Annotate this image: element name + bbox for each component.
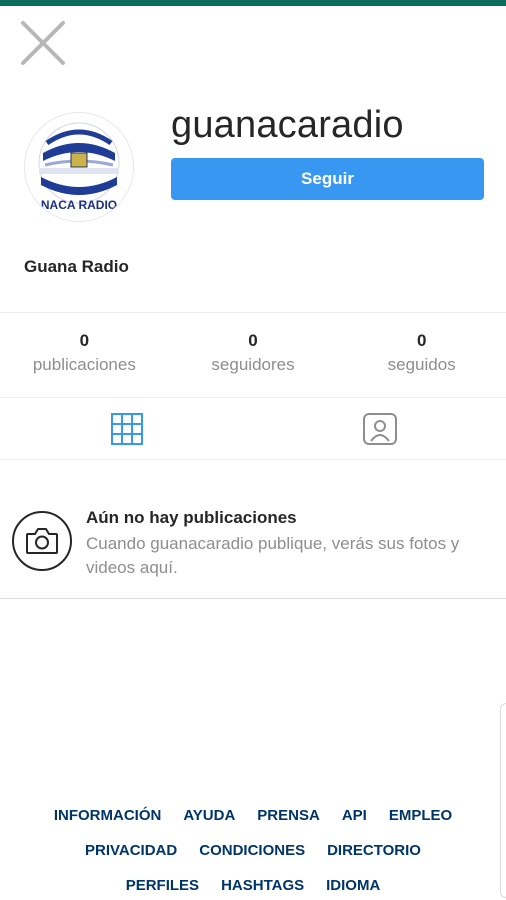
empty-state-title: Aún no hay publicaciones bbox=[86, 508, 297, 527]
tab-posts-grid[interactable] bbox=[0, 400, 253, 458]
close-button[interactable] bbox=[18, 18, 68, 68]
tab-tagged[interactable] bbox=[253, 400, 506, 458]
stat-followers-count: 0 bbox=[248, 331, 258, 350]
close-icon bbox=[21, 21, 65, 65]
stat-following[interactable]: 0 seguidos bbox=[337, 330, 506, 378]
divider bbox=[0, 397, 506, 398]
footer-link-press[interactable]: PRENSA bbox=[257, 807, 320, 824]
footer-link-api[interactable]: API bbox=[342, 807, 367, 824]
footer-link-profiles[interactable]: PERFILES bbox=[126, 877, 199, 894]
footer-link-privacy[interactable]: PRIVACIDAD bbox=[85, 842, 177, 859]
profile-full-name: Guana Radio bbox=[24, 257, 129, 276]
stat-posts-label: publicaciones bbox=[32, 355, 136, 374]
footer-link-info[interactable]: INFORMACIÓN bbox=[54, 807, 162, 824]
stat-posts: 0 publicaciones bbox=[0, 330, 169, 378]
grid-icon bbox=[110, 413, 143, 445]
tagged-icon bbox=[362, 413, 397, 445]
svg-text:NACA RADIO: NACA RADIO bbox=[41, 198, 117, 212]
footer-row: PRIVACIDAD CONDICIONES DIRECTORIO bbox=[0, 833, 506, 868]
profile-page: NACA RADIO guanacaradio Seguir Guana Rad… bbox=[0, 0, 506, 900]
empty-posts-state: Aún no hay publicaciones Cuando guanacar… bbox=[12, 508, 492, 588]
footer-link-help[interactable]: AYUDA bbox=[183, 807, 235, 824]
footer-link-jobs[interactable]: EMPLEO bbox=[389, 807, 452, 824]
footer-link-hashtags[interactable]: HASHTAGS bbox=[221, 877, 304, 894]
footer-link-language[interactable]: IDIOMA bbox=[326, 877, 380, 894]
divider bbox=[0, 459, 506, 460]
profile-tabs bbox=[0, 400, 506, 458]
camera-icon bbox=[26, 528, 58, 554]
footer-link-terms[interactable]: CONDICIONES bbox=[199, 842, 305, 859]
stat-followers[interactable]: 0 seguidores bbox=[169, 330, 338, 378]
divider bbox=[0, 312, 506, 313]
follow-button[interactable]: Seguir bbox=[171, 158, 484, 200]
footer-links: INFORMACIÓN AYUDA PRENSA API EMPLEO PRIV… bbox=[0, 798, 506, 900]
stat-following-count: 0 bbox=[416, 331, 427, 350]
top-status-bar bbox=[0, 0, 506, 6]
footer-link-directory[interactable]: DIRECTORIO bbox=[327, 842, 421, 859]
camera-badge bbox=[12, 511, 72, 571]
footer-row: INFORMACIÓN AYUDA PRENSA API EMPLEO bbox=[0, 798, 506, 833]
stat-posts-count: 0 bbox=[79, 331, 90, 350]
footer-row: PERFILES HASHTAGS IDIOMA bbox=[0, 868, 506, 900]
profile-stats: 0 publicaciones 0 seguidores 0 seguidos bbox=[0, 330, 506, 378]
stat-following-label: seguidos bbox=[387, 355, 456, 374]
avatar[interactable]: NACA RADIO bbox=[24, 112, 134, 222]
divider bbox=[0, 598, 506, 599]
avatar-logo-image: NACA RADIO bbox=[25, 113, 133, 221]
profile-username: guanacaradio bbox=[171, 104, 404, 146]
empty-state-description: Cuando guanacaradio publique, verás sus … bbox=[86, 534, 460, 577]
stat-followers-label: seguidores bbox=[211, 355, 295, 374]
